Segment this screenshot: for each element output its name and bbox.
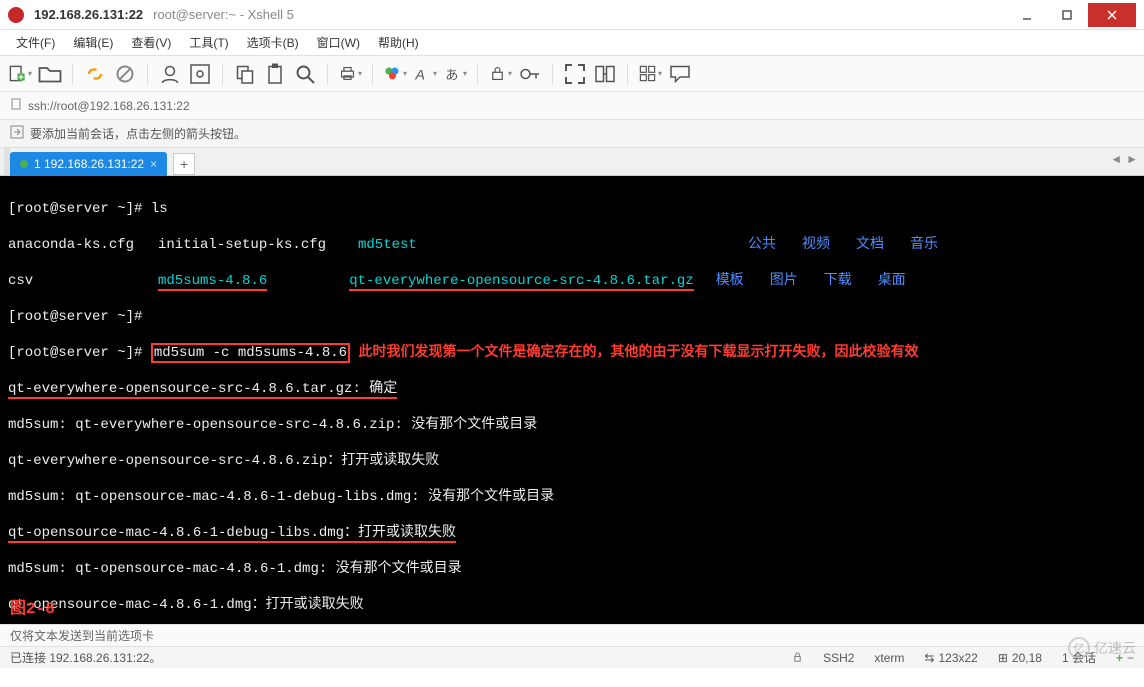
- ls-r2c3: qt-everywhere-opensource-src-4.8.6.tar.g…: [349, 273, 693, 291]
- menu-help[interactable]: 帮助(H): [370, 31, 427, 54]
- ls-r1c6: 文档: [856, 236, 910, 254]
- out-line-3: md5sum: qt-opensource-mac-4.8.6-1-debug-…: [8, 489, 554, 505]
- grid-icon[interactable]: ▾: [638, 62, 662, 86]
- ls-r2c7: 桌面: [878, 273, 906, 289]
- titlebar: 192.168.26.131:22 root@server:~ - Xshell…: [0, 0, 1144, 30]
- close-button[interactable]: [1088, 3, 1136, 27]
- cmd-md5: md5sum -c md5sums-4.8.6: [151, 343, 350, 363]
- ls-r2c2: md5sums-4.8.6: [158, 273, 267, 291]
- ls-r1c3: md5test: [358, 236, 748, 254]
- prompt: [root@server ~]#: [8, 309, 151, 325]
- figure-label: 图2-8: [10, 600, 55, 618]
- hint-bar: 要添加当前会话，点击左侧的箭头按钮。: [0, 120, 1144, 148]
- out-line-2: qt-everywhere-opensource-src-4.8.6.zip：打…: [8, 453, 439, 469]
- key-icon[interactable]: [518, 62, 542, 86]
- cmd-ls: ls: [151, 201, 168, 217]
- remove-session-icon[interactable]: −: [1127, 651, 1134, 665]
- tab-scroll-right-icon[interactable]: ►: [1126, 152, 1138, 166]
- tab-add-button[interactable]: +: [173, 153, 195, 175]
- address-bar: ssh://root@192.168.26.131:22: [0, 92, 1144, 120]
- menu-tools[interactable]: 工具(T): [181, 31, 236, 54]
- ls-r1c7: 音乐: [910, 237, 938, 253]
- status-dot-icon: [20, 160, 28, 168]
- tab-scroll-left-icon[interactable]: ◄: [1110, 152, 1122, 166]
- encoding-icon[interactable]: あ▾: [443, 62, 467, 86]
- menu-view[interactable]: 查看(V): [123, 31, 179, 54]
- menu-file[interactable]: 文件(F): [8, 31, 63, 54]
- settings-icon[interactable]: [188, 62, 212, 86]
- menu-tabs[interactable]: 选项卡(B): [239, 31, 307, 54]
- ftp-icon[interactable]: [593, 62, 617, 86]
- session-tab[interactable]: 1 192.168.26.131:22 ×: [10, 152, 167, 176]
- menubar: 文件(F) 编辑(E) 查看(V) 工具(T) 选项卡(B) 窗口(W) 帮助(…: [0, 30, 1144, 56]
- tabbar: 1 192.168.26.131:22 × + ◄ ►: [0, 148, 1144, 176]
- size-icon: ⇆: [924, 651, 934, 665]
- maximize-button[interactable]: [1048, 3, 1086, 27]
- ls-r2c4: 模板: [716, 272, 770, 290]
- out-line-5: md5sum: qt-opensource-mac-4.8.6-1.dmg: 没…: [8, 561, 462, 577]
- ls-r1c5: 视频: [802, 236, 856, 254]
- out-line-0: qt-everywhere-opensource-src-4.8.6.tar.g…: [8, 381, 397, 399]
- new-file-icon[interactable]: ▾: [8, 62, 32, 86]
- ls-r2c6: 下载: [824, 272, 878, 290]
- status-ssh: SSH2: [823, 651, 854, 665]
- hint-text: 要添加当前会话，点击左侧的箭头按钮。: [30, 125, 246, 142]
- font-icon[interactable]: A▾: [413, 62, 437, 86]
- svg-text:A: A: [414, 67, 424, 83]
- pos-icon: ⊞: [998, 651, 1008, 665]
- status-pos: 20,18: [1012, 651, 1042, 665]
- menu-edit[interactable]: 编辑(E): [65, 31, 121, 54]
- statusbar: 已连接 192.168.26.131:22。 SSH2 xterm ⇆ 123x2…: [0, 646, 1144, 668]
- paste-icon[interactable]: [263, 62, 287, 86]
- footer-hint: 仅将文本发送到当前选项卡: [0, 624, 1144, 646]
- toolbar: ▾ ▾ ▾ A▾ あ▾ ▾ ▾: [0, 56, 1144, 92]
- print-icon[interactable]: ▾: [338, 62, 362, 86]
- status-sessions: 1 会话: [1062, 649, 1096, 666]
- tab-close-icon[interactable]: ×: [150, 157, 157, 171]
- arrow-add-icon[interactable]: [10, 125, 24, 142]
- prompt: [root@server ~]#: [8, 345, 151, 361]
- address-url[interactable]: ssh://root@192.168.26.131:22: [28, 99, 1134, 113]
- annotation: 此时我们发现第一个文件是确定存在的，其他的由于没有下载显示打开失败，因此校验有效: [358, 345, 918, 361]
- fullscreen-icon[interactable]: [563, 62, 587, 86]
- app-icon: [8, 7, 24, 23]
- disconnect-icon[interactable]: [113, 62, 137, 86]
- window-title-main: 192.168.26.131:22: [34, 7, 143, 22]
- link-icon[interactable]: [83, 62, 107, 86]
- color-icon[interactable]: ▾: [383, 62, 407, 86]
- add-session-icon[interactable]: +: [1116, 651, 1123, 665]
- out-line-6: qt-opensource-mac-4.8.6-1.dmg：打开或读取失败: [8, 597, 364, 613]
- status-term: xterm: [874, 651, 904, 665]
- prompt: [root@server ~]#: [8, 201, 151, 217]
- lock-icon[interactable]: ▾: [488, 62, 512, 86]
- status-lock-icon: [792, 652, 803, 663]
- ls-r2c1: csv: [8, 272, 158, 290]
- window-title-sub: root@server:~ - Xshell 5: [153, 7, 294, 22]
- profile-icon[interactable]: [158, 62, 182, 86]
- status-size: 123x22: [938, 651, 977, 665]
- search-icon[interactable]: [293, 62, 317, 86]
- terminal[interactable]: [root@server ~]# ls anaconda-ks.cfginiti…: [0, 176, 1144, 624]
- menu-window[interactable]: 窗口(W): [309, 31, 368, 54]
- copy-icon[interactable]: [233, 62, 257, 86]
- open-folder-icon[interactable]: [38, 62, 62, 86]
- ls-r1c4: 公共: [748, 236, 802, 254]
- svg-text:あ: あ: [445, 67, 458, 82]
- tab-label: 1 192.168.26.131:22: [34, 157, 144, 171]
- ls-r1c1: anaconda-ks.cfg: [8, 236, 158, 254]
- bookmark-icon[interactable]: [10, 98, 22, 113]
- chat-icon[interactable]: [668, 62, 692, 86]
- footer-text: 仅将文本发送到当前选项卡: [10, 627, 154, 644]
- ls-r2c5: 图片: [770, 272, 824, 290]
- out-line-1: md5sum: qt-everywhere-opensource-src-4.8…: [8, 417, 537, 433]
- ls-r1c2: initial-setup-ks.cfg: [158, 236, 358, 254]
- minimize-button[interactable]: [1008, 3, 1046, 27]
- status-connection: 已连接 192.168.26.131:22。: [10, 649, 161, 666]
- out-line-4: qt-opensource-mac-4.8.6-1-debug-libs.dmg…: [8, 525, 456, 543]
